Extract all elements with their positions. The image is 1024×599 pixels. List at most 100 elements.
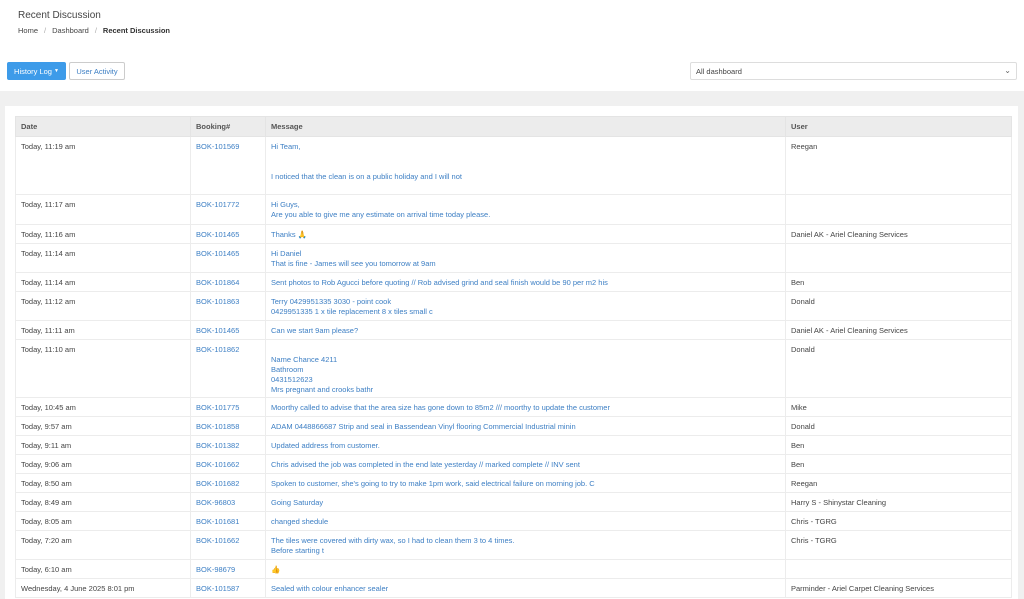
row-message[interactable]: Sealed with colour enhancer sealer (265, 578, 786, 598)
breadcrumb-separator: / (94, 26, 97, 35)
user-activity-button[interactable]: User Activity (69, 62, 125, 80)
breadcrumb-home[interactable]: Home (18, 26, 38, 35)
row-message[interactable]: The tiles were covered with dirty wax, s… (265, 530, 786, 560)
row-booking-link[interactable]: BOK-101465 (190, 224, 266, 244)
row-booking-link[interactable]: BOK-101864 (190, 272, 266, 292)
row-message[interactable]: Updated address from customer. (265, 435, 786, 455)
row-user: Parminder - Ariel Carpet Cleaning Servic… (785, 578, 1012, 598)
row-date: Today, 10:45 am (15, 397, 191, 417)
row-booking-link[interactable]: BOK-101681 (190, 511, 266, 531)
message-line: Mrs pregnant and crooks bathr (271, 385, 374, 394)
row-booking-link[interactable]: BOK-101569 (190, 136, 266, 195)
row-user: Donald (785, 291, 1012, 321)
history-log-label: History Log (14, 66, 52, 76)
table-header-row: Date Booking# Message User (15, 116, 1012, 137)
row-user: Daniel AK - Ariel Cleaning Services (785, 320, 1012, 340)
message-line: Hi Team, (271, 142, 301, 151)
table-row: Today, 6:10 am BOK-98679 👍 (15, 559, 1012, 579)
row-booking-link[interactable]: BOK-101772 (190, 194, 266, 225)
message-line: Thanks 🙏 (271, 230, 308, 239)
row-date: Today, 8:49 am (15, 492, 191, 512)
message-line: Sealed with colour enhancer sealer (271, 584, 389, 593)
row-booking-link[interactable]: BOK-96803 (190, 492, 266, 512)
message-line: changed shedule (271, 517, 329, 526)
row-date: Today, 8:05 am (15, 511, 191, 531)
row-booking-link[interactable]: BOK-101662 (190, 454, 266, 474)
message-line: Going Saturday (271, 498, 324, 507)
row-booking-link[interactable]: BOK-101465 (190, 243, 266, 273)
row-user: Chris - TGRG (785, 530, 1012, 560)
row-user: Reegan (785, 473, 1012, 493)
row-date: Today, 8:50 am (15, 473, 191, 493)
row-booking-link[interactable]: BOK-101587 (190, 578, 266, 598)
row-date: Today, 11:12 am (15, 291, 191, 321)
row-user (785, 194, 1012, 225)
row-user: Mike (785, 397, 1012, 417)
row-user (785, 243, 1012, 273)
row-message[interactable]: Terry 0429951335 3030 - point cook 04299… (265, 291, 786, 321)
row-message[interactable]: Hi Guys, Are you able to give me any est… (265, 194, 786, 225)
header-user[interactable]: User (785, 116, 1012, 137)
row-booking-link[interactable]: BOK-101465 (190, 320, 266, 340)
row-booking-link[interactable]: BOK-101662 (190, 530, 266, 560)
message-line: Name Chance 4211 (271, 355, 338, 364)
discussion-table: Date Booking# Message User Today, 11:19 … (15, 116, 1012, 598)
row-message[interactable]: 👍 (265, 559, 786, 579)
message-line: Hi Guys, (271, 200, 300, 209)
history-log-button[interactable]: History Log ▼ (7, 62, 66, 80)
row-user: Reegan (785, 136, 1012, 195)
row-message[interactable]: Can we start 9am please? (265, 320, 786, 340)
message-line: Bathroom (271, 365, 304, 374)
row-booking-link[interactable]: BOK-98679 (190, 559, 266, 579)
row-booking-link[interactable]: BOK-101858 (190, 416, 266, 436)
message-line: Are you able to give me any estimate on … (271, 210, 491, 219)
row-message[interactable]: Chris advised the job was completed in t… (265, 454, 786, 474)
row-booking-link[interactable]: BOK-101775 (190, 397, 266, 417)
row-message[interactable]: Going Saturday (265, 492, 786, 512)
row-user: Harry S - Shinystar Cleaning (785, 492, 1012, 512)
table-row: Today, 11:11 am BOK-101465 Can we start … (15, 320, 1012, 340)
row-message[interactable]: ADAM 0448866687 Strip and seal in Bassen… (265, 416, 786, 436)
table-row: Wednesday, 4 June 2025 8:01 pm BOK-10158… (15, 578, 1012, 598)
row-message[interactable]: Sent photos to Rob Agucci before quoting… (265, 272, 786, 292)
row-date: Today, 9:57 am (15, 416, 191, 436)
table-row: Today, 8:50 am BOK-101682 Spoken to cust… (15, 473, 1012, 493)
message-line: ADAM 0448866687 Strip and seal in Bassen… (271, 422, 576, 431)
row-date: Today, 11:14 am (15, 272, 191, 292)
breadcrumb: Home / Dashboard / Recent Discussion (18, 26, 170, 35)
row-date: Today, 11:11 am (15, 320, 191, 340)
table-row: Today, 11:10 am BOK-101862 Name Chance 4… (15, 339, 1012, 398)
row-message[interactable]: Thanks 🙏 (265, 224, 786, 244)
row-message[interactable]: Hi Daniel That is fine - James will see … (265, 243, 786, 273)
row-user (785, 559, 1012, 579)
page-title: Recent Discussion (18, 10, 101, 21)
header-date[interactable]: Date (15, 116, 191, 137)
row-booking-link[interactable]: BOK-101382 (190, 435, 266, 455)
row-message[interactable]: Moorthy called to advise that the area s… (265, 397, 786, 417)
row-booking-link[interactable]: BOK-101862 (190, 339, 266, 398)
dashboard-select[interactable]: All dashboard ⌄ (690, 62, 1017, 80)
header-booking[interactable]: Booking# (190, 116, 266, 137)
row-user: Daniel AK - Ariel Cleaning Services (785, 224, 1012, 244)
row-booking-link[interactable]: BOK-101863 (190, 291, 266, 321)
discussion-card: Date Booking# Message User Today, 11:19 … (5, 106, 1018, 599)
row-booking-link[interactable]: BOK-101682 (190, 473, 266, 493)
row-date: Today, 11:16 am (15, 224, 191, 244)
table-row: Today, 11:17 am BOK-101772 Hi Guys, Are … (15, 194, 1012, 225)
row-date: Today, 7:20 am (15, 530, 191, 560)
breadcrumb-dashboard[interactable]: Dashboard (52, 26, 89, 35)
header-message[interactable]: Message (265, 116, 786, 137)
row-date: Today, 11:17 am (15, 194, 191, 225)
row-message[interactable]: Hi Team, I noticed that the clean is on … (265, 136, 786, 195)
message-line: Sent photos to Rob Agucci before quoting… (271, 278, 608, 287)
table-row: Today, 10:45 am BOK-101775 Moorthy calle… (15, 397, 1012, 417)
row-date: Today, 11:10 am (15, 339, 191, 398)
row-message[interactable]: Spoken to customer, she's going to try t… (265, 473, 786, 493)
row-date: Today, 6:10 am (15, 559, 191, 579)
message-line: Chris advised the job was completed in t… (271, 460, 580, 469)
row-message[interactable]: Name Chance 4211 Bathroom 0431512623 Mrs… (265, 339, 786, 398)
row-user: Donald (785, 416, 1012, 436)
row-message[interactable]: changed shedule (265, 511, 786, 531)
message-line: Updated address from customer. (271, 441, 380, 450)
row-user: Ben (785, 272, 1012, 292)
